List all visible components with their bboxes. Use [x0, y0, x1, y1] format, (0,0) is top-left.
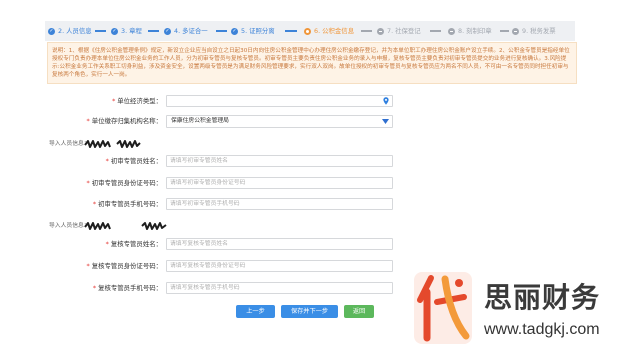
economic-type-row: * 单位经济类型： [0, 95, 400, 107]
first-reviewer-name-row: * 初审专管员姓名： [0, 155, 400, 167]
fund-agency-row: * 单位缴存归集机构名称： 保康住房公积金管理局 [0, 115, 400, 128]
step-label: 4. 多证合一 [174, 27, 208, 35]
pending-step-icon [377, 27, 384, 35]
step-personnel-info[interactable]: 2. 人员信息 [48, 21, 92, 41]
required-mark: * [86, 262, 90, 270]
step-connector [216, 30, 227, 32]
first-reviewer-phone-label: * 初审专管员手机号码： [0, 198, 162, 210]
step-label: 9. 税务发票 [522, 27, 556, 35]
first-reviewer-phone-input[interactable] [166, 198, 393, 210]
step-tax-invoice[interactable]: 9. 税务发票 [512, 21, 556, 41]
step-connector [430, 30, 441, 32]
fund-agency-select[interactable]: 保康住房公积金管理局 [166, 115, 393, 128]
label-text: 单位经济类型： [117, 97, 162, 105]
notice-box: 说明：1、根据《住房公积金管理条例》规定，新设立企业应当自设立之日起30日内向住… [47, 42, 577, 84]
second-reviewer-name-label: * 复核专管员姓名： [0, 238, 162, 250]
watermark-url: www.tadgkj.com [484, 321, 600, 338]
label-text: 初审专管员手机号码： [98, 200, 162, 208]
label-text: 复核专管员手机号码： [98, 284, 162, 292]
redacted-name-scribble [84, 140, 141, 148]
step-label: 2. 人员信息 [58, 27, 92, 35]
fund-agency-value: 保康住房公积金管理局 [171, 118, 229, 124]
step-seal-engraving[interactable]: 8. 刻制印章 [448, 21, 492, 41]
label-text: 复核专管员身份证号码： [91, 262, 162, 270]
first-reviewer-phone-row: * 初审专管员手机号码： [0, 198, 400, 210]
step-connector [500, 30, 509, 32]
dropdown-triangle-icon[interactable] [381, 118, 389, 126]
watermark-logo [414, 272, 472, 344]
step-label: 5. 证照分离 [241, 27, 275, 35]
label-text: 复核专管员姓名： [110, 240, 162, 248]
first-reviewer-id-row: * 初审专管员身份证号码： [0, 177, 400, 189]
required-mark: * [92, 284, 97, 292]
first-reviewer-name-input[interactable] [166, 155, 393, 167]
first-reviewer-id-input[interactable] [166, 177, 393, 189]
required-mark: * [92, 200, 97, 208]
second-reviewer-phone-row: * 复核专管员手机号码： [0, 282, 400, 294]
check-circle-icon [164, 27, 171, 35]
label-text: 初审专管员姓名： [110, 157, 162, 165]
watermark-brand-name: 思丽财务 [484, 281, 601, 314]
first-reviewer-name-label: * 初审专管员姓名： [0, 155, 162, 167]
required-mark: * [86, 179, 90, 187]
economic-type-label: * 单位经济类型： [0, 95, 162, 107]
second-reviewer-phone-label: * 复核专管员手机号码： [0, 282, 162, 294]
second-reviewer-id-row: * 复核专管员身份证号码： [0, 260, 400, 272]
required-mark: * [105, 157, 109, 165]
step-label: 7. 社保登记 [387, 27, 421, 35]
step-connector [95, 30, 106, 32]
second-reviewer-phone-input[interactable] [166, 282, 393, 294]
second-reviewer-id-input[interactable] [166, 260, 393, 272]
label-text: 初审专管员身份证号码： [91, 179, 162, 187]
second-reviewer-name-row: * 复核专管员姓名： [0, 238, 400, 250]
check-circle-icon [111, 27, 118, 35]
fund-agency-label: * 单位缴存归集机构名称： [0, 115, 163, 128]
step-connector [148, 30, 159, 32]
required-mark: * [86, 117, 90, 125]
step-multi-license[interactable]: 4. 多证合一 [164, 21, 208, 41]
step-label: 3. 章程 [121, 27, 142, 35]
required-mark: * [112, 97, 116, 105]
economic-type-select[interactable] [166, 95, 393, 107]
current-step-icon [304, 27, 311, 35]
pending-step-icon [512, 27, 519, 35]
redacted-name-scribble [84, 222, 167, 230]
step-provident-fund-current[interactable]: 6. 公积金信息 [304, 21, 354, 41]
step-connector [285, 30, 297, 32]
location-pin-icon[interactable] [382, 97, 390, 105]
check-circle-icon [231, 27, 238, 35]
required-mark: * [105, 240, 109, 248]
back-button[interactable]: 返回 [344, 305, 374, 318]
step-label: 8. 刻制印章 [458, 27, 492, 35]
label-text: 单位缴存归集机构名称： [91, 117, 162, 125]
first-reviewer-id-label: * 初审专管员身份证号码： [0, 177, 163, 189]
second-reviewer-id-label: * 复核专管员身份证号码： [0, 260, 163, 272]
step-connector [361, 30, 372, 32]
step-social-security[interactable]: 7. 社保登记 [377, 21, 421, 41]
step-license-separation[interactable]: 5. 证照分离 [231, 21, 275, 41]
progress-step-bar: 2. 人员信息 3. 章程 4. 多证合一 5. 证照分离 6. 公积金信息 7… [45, 21, 575, 41]
second-reviewer-name-input[interactable] [166, 238, 393, 250]
step-articles[interactable]: 3. 章程 [111, 21, 142, 41]
step-label: 6. 公积金信息 [314, 27, 355, 35]
check-circle-icon [48, 27, 55, 35]
pending-step-icon [448, 27, 455, 35]
save-and-next-button[interactable]: 保存并下一步 [281, 305, 338, 318]
previous-step-button[interactable]: 上一步 [236, 305, 275, 318]
